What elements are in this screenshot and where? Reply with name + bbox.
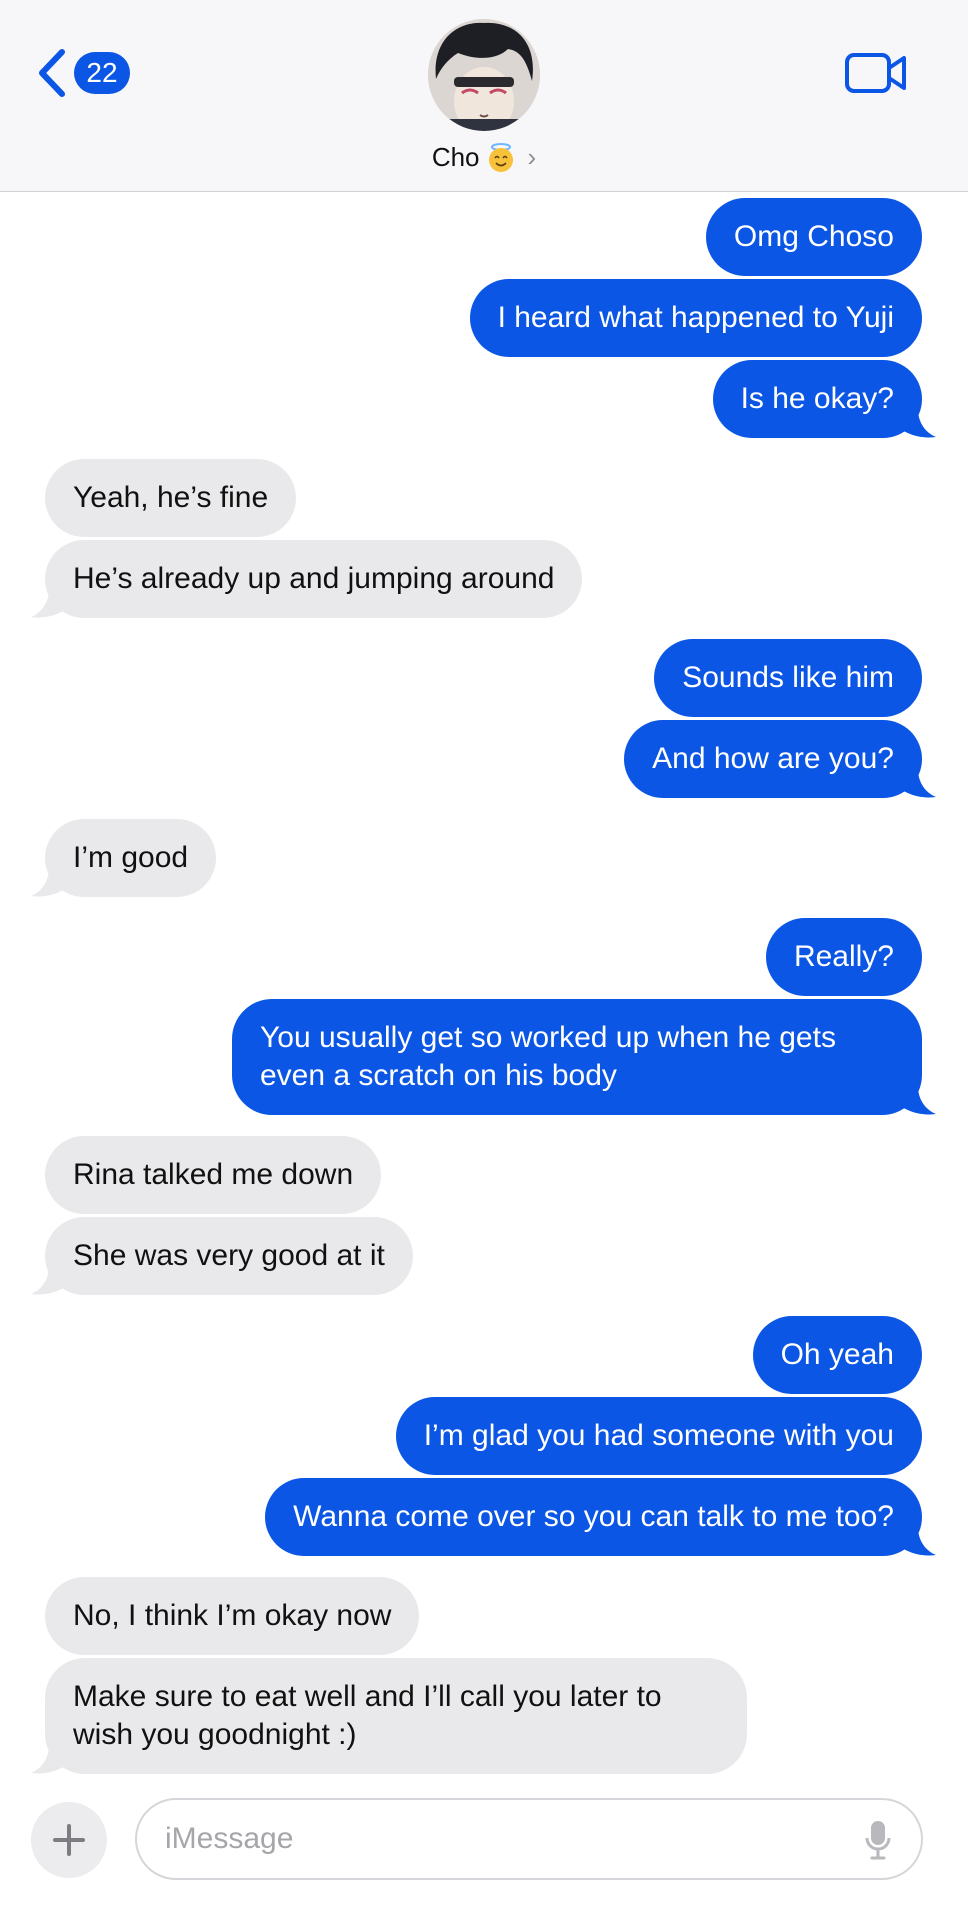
outgoing-message[interactable]: I heard what happened to Yuji xyxy=(469,279,922,357)
outgoing-message[interactable]: You usually get so worked up when he get… xyxy=(232,999,922,1115)
contact-name-row[interactable]: Cho › xyxy=(0,142,968,173)
outgoing-message[interactable]: Omg Choso xyxy=(705,198,922,276)
incoming-bubble-tail xyxy=(31,1266,71,1295)
outgoing-message[interactable]: Oh yeah xyxy=(752,1316,922,1394)
outgoing-message[interactable]: Is he okay? xyxy=(712,360,922,438)
incoming-message[interactable]: Make sure to eat well and I’ll call you … xyxy=(45,1658,747,1774)
outgoing-message[interactable]: Sounds like him xyxy=(654,639,922,717)
video-call-button[interactable] xyxy=(844,52,908,99)
conversation-header: 22 Cho › xyxy=(0,0,968,192)
outgoing-bubble-tail xyxy=(896,769,936,798)
smiling-face-with-halo-icon xyxy=(488,142,513,172)
incoming-message[interactable]: Yeah, he’s fine xyxy=(45,459,297,537)
back-button[interactable]: 22 xyxy=(36,48,130,98)
unread-count-badge: 22 xyxy=(74,52,130,94)
incoming-message[interactable]: He’s already up and jumping around xyxy=(45,540,583,618)
incoming-message[interactable]: She was very good at it xyxy=(45,1217,413,1295)
incoming-bubble-tail xyxy=(31,589,71,618)
incoming-bubble-tail xyxy=(31,1745,71,1774)
outgoing-message[interactable]: And how are you? xyxy=(624,720,922,798)
contact-avatar[interactable] xyxy=(428,19,540,131)
microphone-icon[interactable] xyxy=(865,1820,891,1860)
outgoing-bubble-tail xyxy=(896,1527,936,1556)
outgoing-message[interactable]: I’m glad you had someone with you xyxy=(395,1397,922,1475)
message-composer xyxy=(0,1780,968,1920)
outgoing-bubble-tail xyxy=(896,1086,936,1115)
chevron-right-icon: › xyxy=(527,142,537,172)
video-camera-icon xyxy=(845,53,906,93)
outgoing-bubble-tail xyxy=(896,409,936,438)
incoming-message[interactable]: No, I think I’m okay now xyxy=(45,1577,420,1655)
message-input-container xyxy=(135,1798,923,1880)
incoming-message[interactable]: Rina talked me down xyxy=(45,1136,382,1214)
incoming-bubble-tail xyxy=(31,868,71,897)
outgoing-message[interactable]: Really? xyxy=(765,918,922,996)
message-input[interactable] xyxy=(165,1800,825,1878)
add-attachment-button[interactable] xyxy=(31,1802,107,1878)
chevron-left-icon xyxy=(39,49,65,97)
plus-icon xyxy=(53,1824,85,1856)
outgoing-message[interactable]: Wanna come over so you can talk to me to… xyxy=(265,1478,922,1556)
contact-name: Cho xyxy=(431,142,480,172)
